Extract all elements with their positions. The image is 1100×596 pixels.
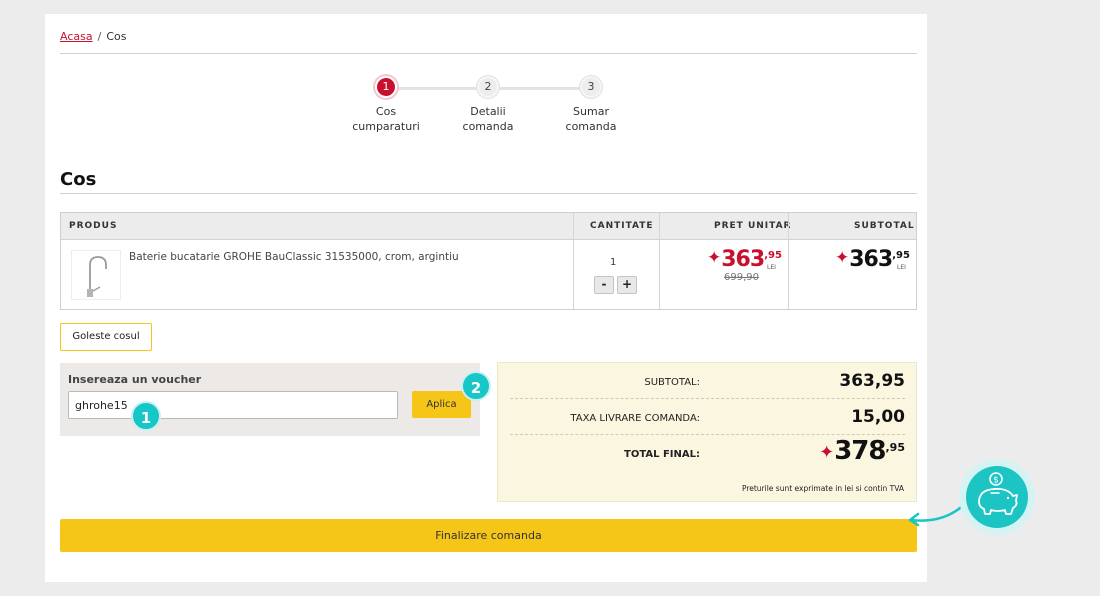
step-label: comanda	[565, 120, 617, 133]
summary-subtotal-label: SUBTOTAL:	[644, 377, 700, 388]
subtotal-currency: LEI	[897, 264, 906, 271]
empty-cart-button[interactable]: Goleste cosul	[60, 323, 152, 351]
summary-total-value: ✦378,95	[819, 436, 905, 470]
step-label: Sumar	[573, 105, 609, 118]
page-title: Cos	[60, 169, 97, 190]
quantity-value: 1	[610, 257, 617, 268]
column-header-product: PRODUS	[69, 221, 118, 231]
step-number: 1	[375, 76, 397, 98]
checkout-steps: 1 Cos cumparaturi 2 Detalii comanda 3 Suma…	[345, 76, 645, 146]
title-divider	[60, 193, 917, 194]
cart-page: Acasa / Cos 1 Cos cumparaturi 2 Detalii coma…	[45, 14, 927, 582]
svg-text:$: $	[993, 476, 999, 486]
breadcrumb-current: Cos	[106, 30, 127, 43]
sparkle-star-icon: ✦	[835, 248, 850, 268]
column-divider	[788, 213, 789, 309]
step-number: 2	[477, 76, 499, 98]
order-summary: SUBTOTAL: 363,95 TAXA LIVRARE COMANDA: 1…	[497, 362, 917, 502]
step-summary: 3 Sumar comanda	[546, 76, 636, 134]
unit-price-integer: 363	[721, 247, 765, 272]
unit-price-cents: ,95	[764, 250, 782, 261]
summary-row-subtotal: SUBTOTAL: 363,95	[510, 363, 905, 399]
breadcrumb-home-link[interactable]: Acasa	[60, 30, 93, 43]
summary-shipping-value: 15,00	[851, 407, 905, 427]
apply-voucher-button[interactable]: Aplica	[412, 391, 471, 418]
step-cart: 1 Cos cumparaturi	[341, 76, 431, 134]
column-divider	[659, 213, 660, 309]
quantity-increase-button[interactable]: +	[617, 276, 637, 294]
voucher-title: Insereaza un voucher	[68, 373, 202, 386]
old-price: 699,90	[724, 272, 759, 283]
column-header-quantity: CANTITATE	[590, 221, 654, 231]
summary-subtotal-value: 363,95	[839, 371, 905, 391]
subtotal-integer: 363	[849, 247, 893, 272]
voucher-panel: Insereaza un voucher Aplica	[60, 363, 480, 436]
vat-note: Preturile sunt exprimate in lei si conti…	[741, 484, 904, 493]
piggy-bank-icon: $	[958, 458, 1036, 536]
step-label: cumparaturi	[352, 120, 420, 133]
total-cents: ,95	[885, 441, 906, 454]
step-label: Cos	[375, 105, 397, 118]
column-header-subtotal: SUBTOTAL	[854, 221, 915, 231]
summary-row-shipping: TAXA LIVRARE COMANDA: 15,00	[510, 399, 905, 435]
step-details: 2 Detalii comanda	[443, 76, 533, 134]
product-thumbnail[interactable]	[71, 250, 121, 300]
summary-row-total: TOTAL FINAL: ✦378,95	[510, 435, 905, 479]
step-number: 3	[580, 76, 602, 98]
summary-shipping-label: TAXA LIVRARE COMANDA:	[570, 413, 700, 424]
total-integer: 378	[834, 436, 886, 466]
quantity-decrease-button[interactable]: -	[594, 276, 614, 294]
breadcrumb-divider	[60, 53, 917, 54]
product-name-link[interactable]: Baterie bucatarie GROHE BauClassic 31535…	[129, 251, 459, 263]
breadcrumb: Acasa / Cos	[60, 30, 126, 43]
finalize-order-button[interactable]: Finalizare comanda	[60, 519, 917, 552]
breadcrumb-separator: /	[97, 30, 102, 43]
step-label: comanda	[462, 120, 514, 133]
sparkle-star-icon: ✦	[707, 248, 722, 268]
step-label: Detalii	[470, 105, 506, 118]
cart-table: PRODUS CANTITATE PRET UNITAR SUBTOTAL Ba…	[60, 212, 917, 310]
sparkle-star-icon: ✦	[819, 442, 835, 463]
column-divider	[573, 213, 574, 309]
voucher-input[interactable]	[68, 391, 398, 419]
callout-badge-2: 2	[461, 371, 491, 401]
column-header-unit-price: PRET UNITAR	[714, 221, 792, 231]
subtotal-cents: ,95	[892, 250, 910, 261]
callout-badge-1: 1	[131, 401, 161, 431]
summary-total-label: TOTAL FINAL:	[624, 449, 700, 460]
unit-price-currency: LEI	[767, 264, 776, 271]
